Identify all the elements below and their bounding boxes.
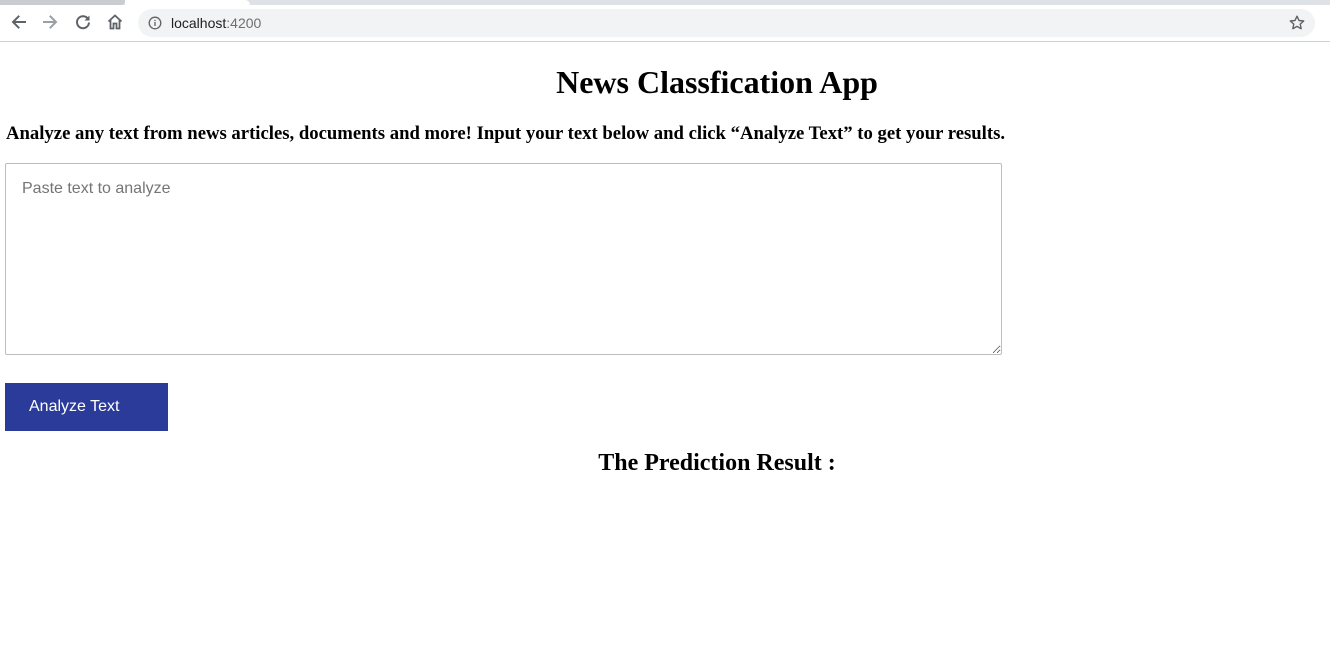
reload-button[interactable] xyxy=(72,11,94,33)
prediction-result-heading: The Prediction Result : xyxy=(598,450,836,476)
browser-tab[interactable] xyxy=(0,0,125,5)
star-icon[interactable] xyxy=(1288,14,1306,32)
url-host: localhost xyxy=(171,15,227,31)
forward-button[interactable] xyxy=(40,11,62,33)
home-icon xyxy=(107,14,123,30)
reload-icon xyxy=(76,15,90,30)
analyze-text-input[interactable] xyxy=(5,163,1002,355)
browser-toolbar: localhost:4200 xyxy=(0,0,1330,42)
address-bar[interactable]: localhost:4200 xyxy=(138,9,1315,37)
info-icon[interactable] xyxy=(148,16,162,30)
analyze-text-button[interactable]: Analyze Text xyxy=(5,383,168,431)
intro-text: Analyze any text from news articles, doc… xyxy=(6,123,1006,144)
url-port: :4200 xyxy=(226,15,262,31)
back-arrow-icon xyxy=(11,15,26,29)
page-title: News Classfication App xyxy=(556,64,878,100)
tab-strip-gap xyxy=(125,0,250,5)
app-page: News Classfication App Analyze any text … xyxy=(0,42,1330,668)
tab-strip xyxy=(0,0,1330,5)
back-button[interactable] xyxy=(7,11,29,33)
home-button[interactable] xyxy=(104,11,126,33)
forward-arrow-icon xyxy=(43,15,58,29)
address-url: localhost:4200 xyxy=(171,15,261,31)
